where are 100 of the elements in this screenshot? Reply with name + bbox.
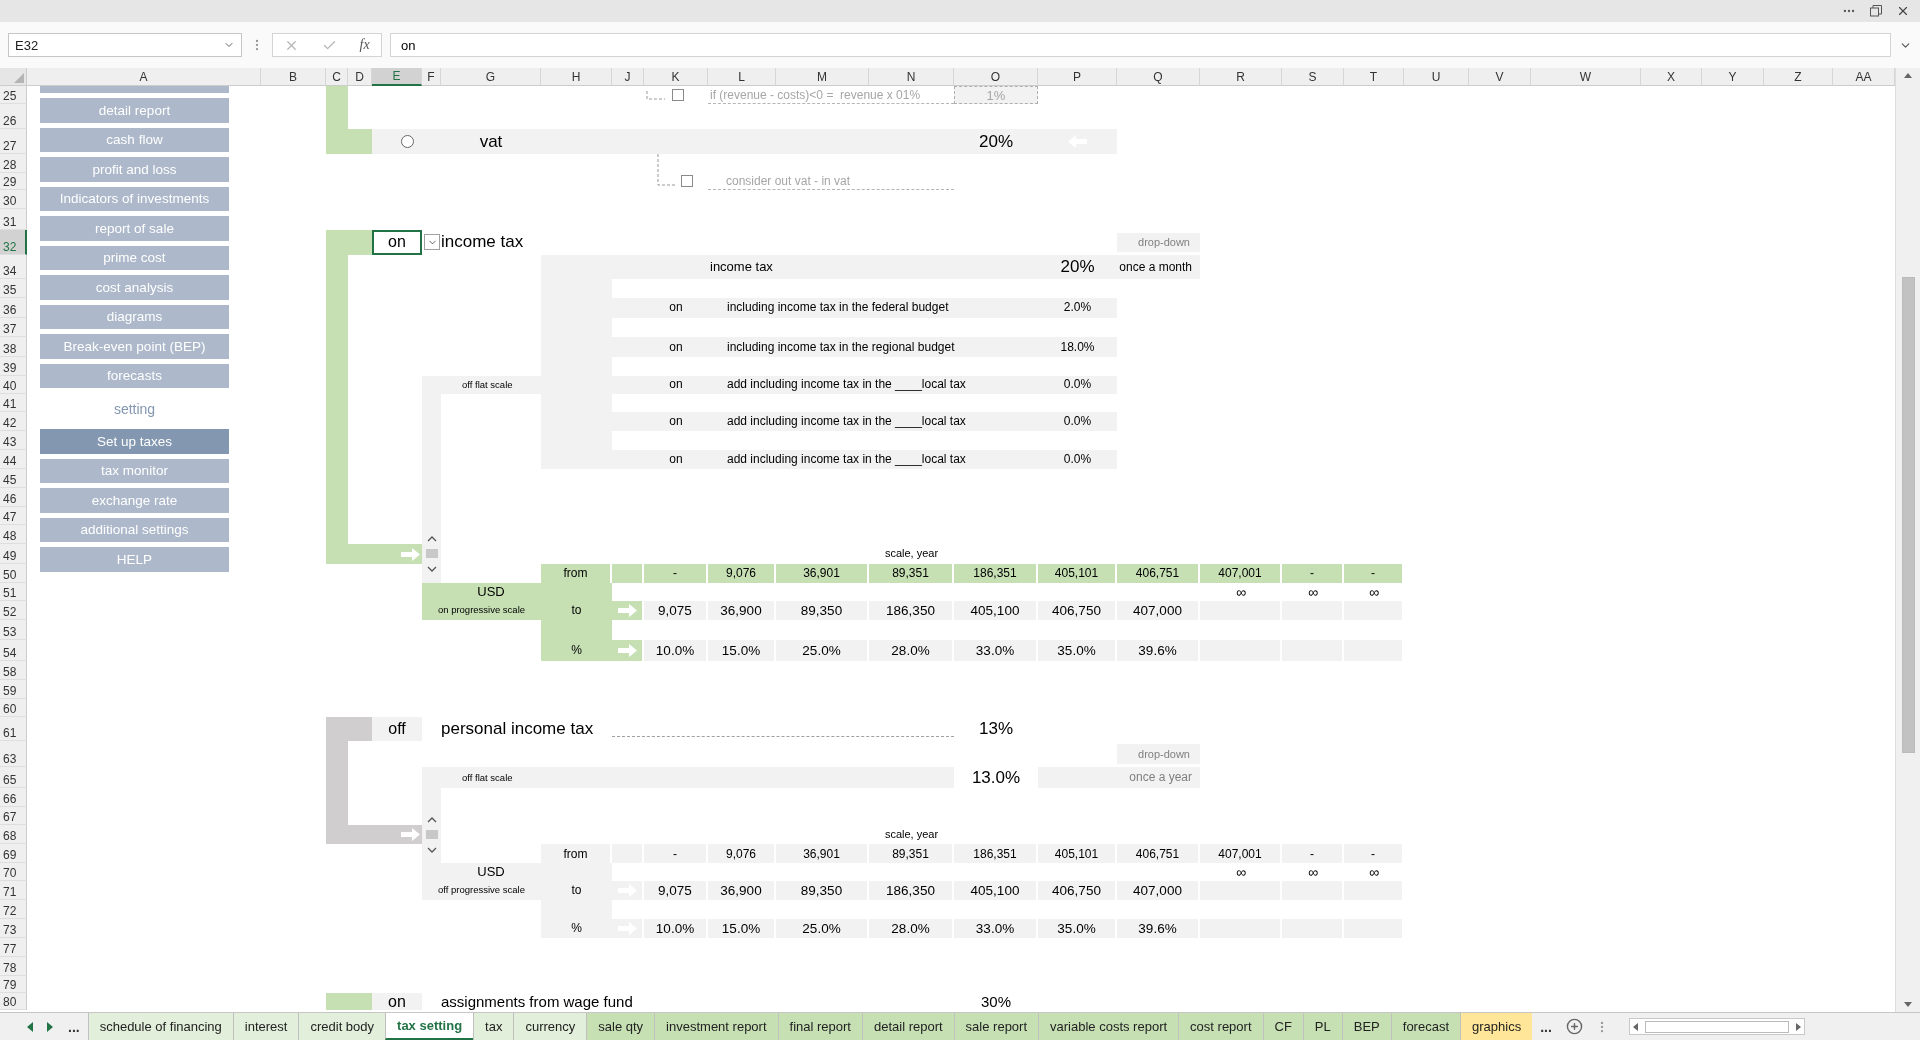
add-sheet-icon[interactable] <box>1565 1018 1583 1035</box>
tax-name: including income tax in the regional budget <box>727 340 955 354</box>
column-header[interactable]: T <box>1344 68 1404 86</box>
row-header[interactable]: 42 <box>0 412 27 431</box>
table-cell: 33.0% <box>954 919 1038 938</box>
column-header[interactable]: E <box>372 68 422 86</box>
row-header[interactable]: 38 <box>0 337 27 357</box>
sheet-tab[interactable]: tax <box>473 1013 514 1040</box>
checkbox[interactable] <box>672 89 684 102</box>
sheet-tab[interactable]: schedule of financing <box>87 1013 233 1040</box>
dropdown-field[interactable]: on <box>372 993 422 1010</box>
row-header[interactable]: 63 <box>0 740 27 767</box>
restore-icon[interactable] <box>1870 5 1882 17</box>
row-header[interactable]: 65 <box>0 766 27 789</box>
column-header[interactable]: Z <box>1764 68 1833 86</box>
sheet-tab[interactable]: tax setting <box>385 1013 474 1040</box>
column-header[interactable]: Q <box>1117 68 1200 86</box>
column-header[interactable]: D <box>348 68 372 86</box>
sheet-tab[interactable]: credit body <box>298 1013 386 1040</box>
row-header[interactable]: 68 <box>0 825 27 845</box>
row-header[interactable]: 77 <box>0 938 27 957</box>
sheet-tab[interactable]: sale report <box>953 1013 1039 1040</box>
sheet-tab[interactable]: variable costs report <box>1038 1013 1179 1040</box>
row-header[interactable]: 61 <box>0 716 27 741</box>
table-cell: 9,075 <box>644 880 708 900</box>
column-header[interactable]: P <box>1038 68 1117 86</box>
scale-toggle[interactable]: off flat scale <box>422 375 541 394</box>
column-header[interactable]: F <box>422 68 441 86</box>
column-header[interactable]: V <box>1469 68 1531 86</box>
row-header[interactable]: 31 <box>0 209 27 230</box>
column-header[interactable]: C <box>326 68 348 86</box>
sheet-tab[interactable]: investment report <box>654 1013 778 1040</box>
row-header[interactable]: 53 <box>0 619 27 640</box>
row-header[interactable]: 25 <box>0 86 27 105</box>
row-header[interactable]: 73 <box>0 919 27 938</box>
insert-function-button[interactable]: fx <box>359 37 370 53</box>
column-header[interactable]: X <box>1641 68 1702 86</box>
column-header[interactable]: H <box>541 68 612 86</box>
column-header[interactable]: R <box>1200 68 1282 86</box>
row-header[interactable]: 59 <box>0 680 27 699</box>
scroll-thumb[interactable] <box>1644 1020 1789 1033</box>
row-header[interactable]: 27 <box>0 129 27 154</box>
row-header[interactable]: 43 <box>0 431 27 450</box>
table-cell: 405,100 <box>954 601 1038 620</box>
row-header[interactable]: 34 <box>0 254 27 279</box>
column-header[interactable]: G <box>441 68 541 86</box>
sheet-tab[interactable]: graphics <box>1460 1013 1533 1040</box>
column-header[interactable]: L <box>708 68 776 86</box>
column-header[interactable]: O <box>954 68 1038 86</box>
column-header[interactable]: N <box>869 68 954 86</box>
sheet-tab[interactable]: interest <box>232 1013 299 1040</box>
column-header[interactable]: S <box>1282 68 1344 86</box>
row-header[interactable]: 66 <box>0 788 27 807</box>
sheet-tab[interactable]: final report <box>777 1013 862 1040</box>
row-header[interactable]: 52 <box>0 601 27 620</box>
more-sheets-button[interactable]: ... <box>60 1013 88 1040</box>
dropdown-field[interactable]: off <box>372 716 422 741</box>
scroll-thumb[interactable] <box>1901 277 1915 753</box>
previous-sheet-icon[interactable] <box>26 1021 34 1032</box>
column-header[interactable]: B <box>261 68 326 86</box>
row-header[interactable]: 54 <box>0 640 27 661</box>
sheet-tab[interactable]: forecast <box>1390 1013 1461 1040</box>
dropdown-field[interactable]: on <box>372 229 422 255</box>
next-sheet-icon[interactable] <box>46 1021 54 1032</box>
spin-button[interactable] <box>424 816 439 854</box>
sheet-tab[interactable]: sale qty <box>586 1013 655 1040</box>
column-header[interactable]: M <box>776 68 869 86</box>
column-header[interactable]: AA <box>1833 68 1895 86</box>
row-header[interactable]: 49 <box>0 544 27 564</box>
row-header[interactable]: 69 <box>0 844 27 864</box>
row-header[interactable]: 32 <box>0 229 27 255</box>
checkbox[interactable] <box>681 175 693 188</box>
column-header[interactable]: Y <box>1702 68 1764 86</box>
name-box[interactable]: E32 <box>8 33 242 57</box>
tax-rate: 13% <box>979 719 1013 738</box>
row-header[interactable]: 30 <box>0 190 27 210</box>
sheet-tab[interactable]: currency <box>513 1013 587 1040</box>
row-header[interactable]: 70 <box>0 863 27 881</box>
close-icon[interactable] <box>1896 4 1910 18</box>
sheet-tab[interactable]: BEP <box>1341 1013 1391 1040</box>
row-header[interactable]: 36 <box>0 297 27 318</box>
row-header[interactable]: 80 <box>0 993 27 1010</box>
sheet-tab[interactable]: detail report <box>861 1013 954 1040</box>
formula-field[interactable]: on <box>390 33 1891 57</box>
column-header[interactable]: W <box>1531 68 1641 86</box>
row-header[interactable]: 26 <box>0 104 27 130</box>
column-header[interactable]: U <box>1404 68 1469 86</box>
more-sheets-button[interactable]: ... <box>1532 1013 1560 1040</box>
sheet-tab[interactable]: CF <box>1262 1013 1303 1040</box>
spin-button[interactable] <box>424 535 439 574</box>
column-header[interactable]: K <box>644 68 708 86</box>
column-header[interactable]: J <box>612 68 644 86</box>
table-cell: 9,075 <box>644 601 708 620</box>
sheet-tab[interactable]: PL <box>1302 1013 1342 1040</box>
tax-name: vat <box>479 132 503 151</box>
column-header[interactable]: A <box>27 68 261 86</box>
scale-toggle[interactable]: off flat scale <box>422 766 954 789</box>
row-header[interactable]: 48 <box>0 525 27 545</box>
sheet-tab[interactable]: cost report <box>1178 1013 1263 1040</box>
infinity-sign: ∞ <box>1308 584 1318 600</box>
